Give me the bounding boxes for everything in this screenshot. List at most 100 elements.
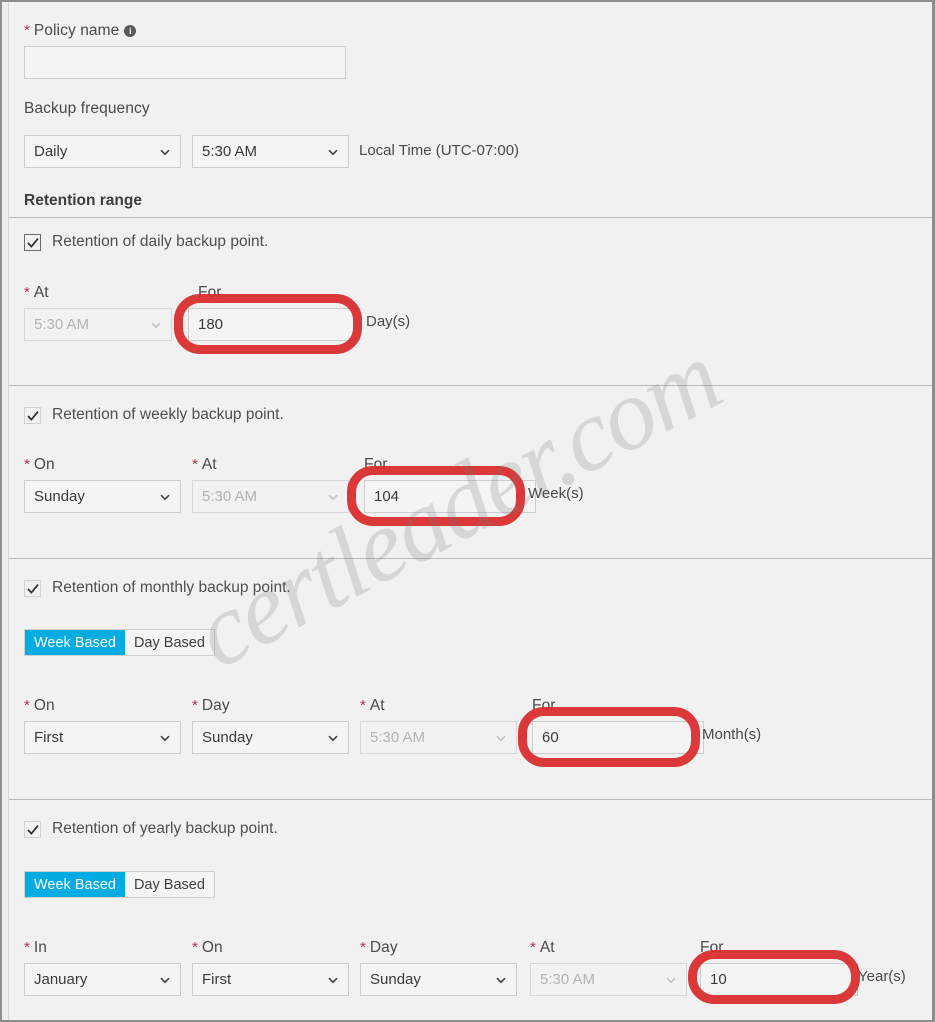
yearly-retention-label: Retention of yearly backup point. (52, 820, 278, 837)
yearly-in-select[interactable]: January (24, 963, 181, 996)
divider (9, 217, 932, 218)
divider (9, 799, 932, 800)
required-indicator: * (192, 939, 198, 956)
chevron-down-icon (150, 319, 162, 331)
divider (9, 385, 932, 386)
monthly-basis-toggle[interactable]: Week Based Day Based (24, 629, 215, 656)
yearly-in-label: In (33, 939, 47, 956)
chevron-down-icon (327, 491, 339, 503)
daily-at-label-group: * At (24, 284, 49, 302)
backup-time-value: 5:30 AM (202, 143, 258, 160)
yearly-day-based-tab[interactable]: Day Based (125, 872, 214, 897)
yearly-unit-label: Year(s) (858, 968, 906, 985)
yearly-day-label: Day (369, 939, 398, 956)
daily-for-input[interactable] (188, 308, 360, 341)
chevron-down-icon (159, 732, 171, 744)
weekly-unit-label: Week(s) (528, 485, 584, 502)
policy-name-label-group: * Policy name i (24, 22, 137, 40)
backup-frequency-label: Backup frequency (24, 100, 150, 117)
monthly-on-value: First (34, 729, 64, 746)
daily-retention-label: Retention of daily backup point. (52, 233, 269, 250)
daily-for-label: For (198, 284, 222, 301)
required-indicator: * (530, 939, 536, 956)
monthly-week-based-tab[interactable]: Week Based (25, 630, 125, 655)
panel-left-rail (2, 2, 9, 1020)
monthly-at-select[interactable]: 5:30 AM (360, 721, 517, 754)
yearly-day-select[interactable]: Sunday (360, 963, 517, 996)
weekly-retention-label: Retention of weekly backup point. (52, 406, 284, 423)
weekly-for-label: For (364, 456, 388, 473)
backup-frequency-select[interactable]: Daily (24, 135, 181, 168)
weekly-on-label: On (33, 456, 55, 473)
chevron-down-icon (665, 974, 677, 986)
monthly-at-label: At (369, 697, 385, 714)
weekly-at-label: At (201, 456, 217, 473)
monthly-day-label-group: * Day (192, 697, 230, 715)
timezone-label: Local Time (UTC-07:00) (359, 142, 520, 159)
divider (9, 558, 932, 559)
daily-retention-checkbox-row[interactable]: Retention of daily backup point. (24, 233, 268, 251)
required-indicator: * (24, 22, 30, 39)
chevron-down-icon (327, 732, 339, 744)
weekly-on-label-group: * On (24, 456, 55, 474)
yearly-in-label-group: * In (24, 939, 47, 957)
monthly-day-label: Day (201, 697, 230, 714)
chevron-down-icon (495, 974, 507, 986)
monthly-on-select[interactable]: First (24, 721, 181, 754)
daily-at-label: At (33, 284, 49, 301)
required-indicator: * (192, 456, 198, 473)
daily-at-select[interactable]: 5:30 AM (24, 308, 172, 341)
backup-frequency-value: Daily (34, 143, 68, 160)
yearly-day-value: Sunday (370, 971, 421, 988)
monthly-at-value: 5:30 AM (370, 729, 426, 746)
yearly-retention-checkbox-row[interactable]: Retention of yearly backup point. (24, 820, 278, 838)
weekly-for-input[interactable] (364, 480, 536, 513)
weekly-at-value: 5:30 AM (202, 488, 258, 505)
monthly-retention-checkbox-row[interactable]: Retention of monthly backup point. (24, 579, 291, 597)
required-indicator: * (24, 939, 30, 956)
backup-time-select[interactable]: 5:30 AM (192, 135, 349, 168)
monthly-day-based-tab[interactable]: Day Based (125, 630, 214, 655)
chevron-down-icon (327, 974, 339, 986)
monthly-on-label: On (33, 697, 55, 714)
yearly-at-label: At (539, 939, 555, 956)
yearly-on-label: On (201, 939, 223, 956)
daily-retention-checkbox[interactable] (24, 233, 41, 251)
required-indicator: * (24, 456, 30, 473)
yearly-at-label-group: * At (530, 939, 555, 957)
required-indicator: * (24, 697, 30, 714)
chevron-down-icon (159, 146, 171, 158)
yearly-on-value: First (202, 971, 232, 988)
chevron-down-icon (159, 974, 171, 986)
daily-unit-label: Day(s) (366, 313, 411, 330)
backup-policy-panel: certleader.com * Policy name i Backup freq… (0, 0, 935, 1022)
yearly-week-based-tab[interactable]: Week Based (25, 872, 125, 897)
required-indicator: * (192, 697, 198, 714)
policy-name-label: Policy name (33, 22, 120, 39)
weekly-retention-checkbox[interactable] (24, 406, 41, 424)
yearly-on-label-group: * On (192, 939, 223, 957)
monthly-retention-checkbox[interactable] (24, 579, 41, 597)
weekly-retention-checkbox-row[interactable]: Retention of weekly backup point. (24, 406, 284, 424)
yearly-day-label-group: * Day (360, 939, 398, 957)
monthly-for-label: For (532, 697, 556, 714)
weekly-at-select[interactable]: 5:30 AM (192, 480, 349, 513)
info-icon[interactable]: i (124, 25, 137, 37)
yearly-in-value: January (34, 971, 88, 988)
policy-name-input[interactable] (24, 46, 346, 79)
monthly-at-label-group: * At (360, 697, 385, 715)
yearly-at-select[interactable]: 5:30 AM (530, 963, 687, 996)
yearly-retention-checkbox[interactable] (24, 820, 41, 838)
monthly-for-input[interactable] (532, 721, 704, 754)
yearly-for-input[interactable] (700, 963, 858, 996)
yearly-on-select[interactable]: First (192, 963, 349, 996)
chevron-down-icon (159, 491, 171, 503)
weekly-on-select[interactable]: Sunday (24, 480, 181, 513)
yearly-basis-toggle[interactable]: Week Based Day Based (24, 871, 215, 898)
retention-range-title: Retention range (24, 192, 142, 209)
monthly-retention-label: Retention of monthly backup point. (52, 579, 291, 596)
monthly-day-select[interactable]: Sunday (192, 721, 349, 754)
daily-at-value: 5:30 AM (34, 316, 90, 333)
required-indicator: * (360, 939, 366, 956)
required-indicator: * (360, 697, 366, 714)
